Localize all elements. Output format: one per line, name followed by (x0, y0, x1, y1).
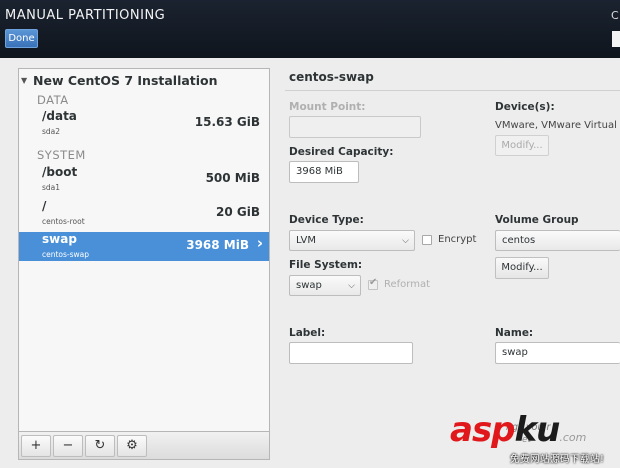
volume-group-value: centos (502, 235, 536, 246)
top-bar: MANUAL PARTITIONING Done C (0, 0, 620, 58)
remove-mount-point-button[interactable]: − (53, 435, 83, 457)
device-type-select[interactable]: LVM ⌵ (289, 230, 415, 251)
chevron-right-icon: › (256, 234, 263, 252)
mount-device: sda2 (42, 127, 61, 136)
page-title: MANUAL PARTITIONING (5, 8, 166, 23)
file-system-value: swap (296, 280, 322, 291)
devices-value: VMware, VMware Virtual S (495, 120, 620, 131)
selected-device-title: centos-swap (289, 70, 374, 84)
modify-devices-button[interactable]: Modify... (495, 135, 549, 156)
mount-size: 3968 MiB (186, 238, 249, 252)
label-input[interactable] (289, 342, 413, 364)
add-mount-point-button[interactable]: + (21, 435, 51, 457)
volume-group-label: Volume Group (495, 214, 579, 226)
group-label-system: SYSTEM (37, 148, 86, 162)
group-label-data: DATA (37, 93, 69, 107)
name-field-label: Name: (495, 327, 534, 339)
mount-name: swap (42, 232, 77, 246)
watermark-logo: aspku.com (450, 410, 587, 450)
mount-row-data[interactable]: /data sda2 15.63 GiB (19, 109, 269, 139)
mount-row-root[interactable]: / centos-root 20 GiB (19, 199, 269, 229)
configure-icon[interactable]: ⚙ (117, 435, 147, 457)
devices-label: Device(s): (495, 101, 555, 113)
mount-device: sda1 (42, 183, 61, 192)
encrypt-label: Encrypt (438, 234, 477, 245)
chevron-down-icon: ⌵ (348, 281, 355, 291)
refresh-icon[interactable]: ↻ (85, 435, 115, 457)
mount-point-input[interactable] (289, 116, 421, 138)
mount-point-list-panel: ▼ New CentOS 7 Installation DATA /data s… (18, 68, 270, 460)
mount-size: 500 MiB (205, 171, 260, 185)
mount-point-label: Mount Point: (289, 101, 366, 113)
divider (285, 90, 620, 91)
volume-group-select[interactable]: centos (495, 230, 620, 251)
desired-capacity-input[interactable]: 3968 MiB (289, 161, 359, 183)
mount-row-boot[interactable]: /boot sda1 500 MiB (19, 165, 269, 195)
device-type-label: Device Type: (289, 214, 364, 226)
encrypt-checkbox[interactable] (422, 235, 432, 245)
mount-size: 15.63 GiB (194, 115, 260, 129)
watermark: ngs you r et aspku.com 免费网站源码下载站! (450, 404, 620, 468)
help-button-edge[interactable] (612, 31, 620, 47)
chevron-down-icon: ⌵ (402, 236, 409, 246)
installation-header[interactable]: ▼ New CentOS 7 Installation (19, 73, 269, 91)
mount-size: 20 GiB (216, 205, 260, 219)
device-type-value: LVM (296, 235, 316, 246)
mount-device: centos-swap (42, 250, 90, 259)
watermark-tagline: 免费网站源码下载站! (510, 454, 605, 465)
reformat-label: Reformat (384, 279, 431, 290)
mount-name: / (42, 199, 47, 213)
mount-name: /data (42, 109, 77, 123)
mount-device: centos-root (42, 217, 85, 226)
done-button[interactable]: Done (5, 29, 38, 48)
modify-volume-group-button[interactable]: Modify... (495, 257, 549, 279)
partition-toolbar: + − ↻ ⚙ (19, 431, 269, 459)
mount-row-swap[interactable]: swap centos-swap 3968 MiB › (19, 232, 269, 261)
reformat-checkbox[interactable]: ✔ (368, 277, 378, 290)
file-system-label: File System: (289, 259, 363, 271)
keyboard-layout-indicator: C (611, 9, 619, 22)
label-field-label: Label: (289, 327, 326, 339)
installation-title: New CentOS 7 Installation (33, 73, 218, 88)
name-input[interactable]: swap (495, 342, 620, 364)
checkmark-icon: ✔ (369, 277, 378, 288)
mount-name: /boot (42, 165, 78, 179)
file-system-select[interactable]: swap ⌵ (289, 275, 361, 296)
desired-capacity-label: Desired Capacity: (289, 146, 394, 158)
expander-triangle-icon[interactable]: ▼ (21, 76, 27, 85)
